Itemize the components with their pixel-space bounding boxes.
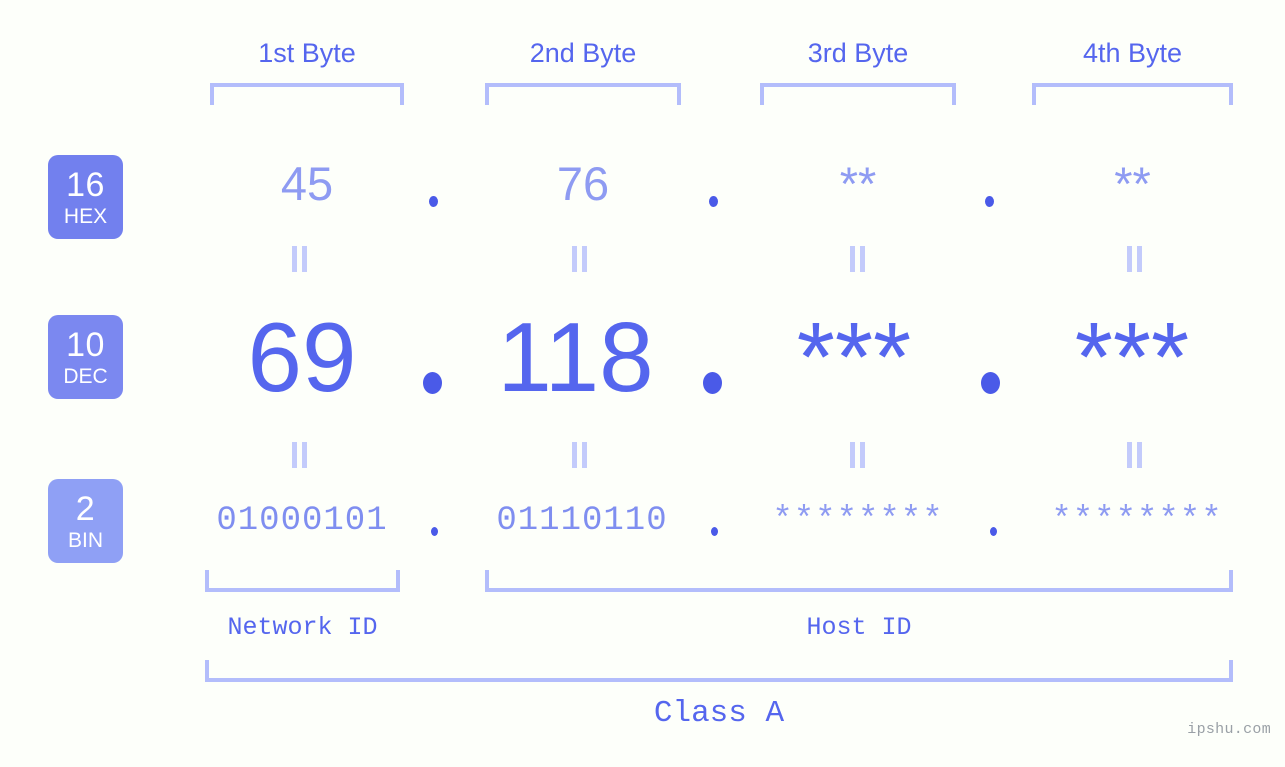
watermark: ipshu.com (1187, 721, 1271, 738)
dec-dot-1 (423, 372, 442, 394)
byte-bracket-1 (210, 83, 404, 105)
base-badge-hex: 16 HEX (48, 155, 123, 239)
bin-byte-1: 01000101 (216, 502, 388, 540)
base-badge-bin-number: 2 (75, 489, 96, 528)
byte-header-2: 2nd Byte (529, 38, 637, 68)
hex-dot-1 (429, 196, 438, 207)
network-id-bracket (205, 570, 400, 592)
bin-dot-1 (431, 527, 438, 536)
byte-header-3: 3rd Byte (807, 38, 909, 68)
hex-byte-4: ** (1114, 157, 1151, 210)
network-id-label: Network ID (227, 613, 378, 642)
base-badge-dec: 10 DEC (48, 315, 123, 399)
base-badge-dec-name: DEC (63, 364, 108, 388)
base-badge-hex-number: 16 (66, 165, 105, 204)
equals-marker-hex-dec-2 (572, 246, 588, 272)
dec-byte-4: *** (1074, 302, 1190, 412)
bin-byte-3: ******** (772, 502, 944, 540)
bin-dot-2 (711, 527, 718, 536)
dec-byte-1: 69 (247, 302, 357, 412)
base-badge-bin-name: BIN (67, 528, 103, 552)
dec-dot-3 (981, 372, 1000, 394)
base-badge-bin: 2 BIN (48, 479, 123, 563)
ip-breakdown-diagram: 1st Byte 2nd Byte 3rd Byte 4th Byte 16 H… (0, 0, 1285, 767)
bin-byte-2: 01110110 (496, 502, 668, 540)
class-label: Class A (653, 696, 785, 731)
hex-dot-2 (709, 196, 718, 207)
byte-header-1: 1st Byte (258, 38, 356, 68)
dec-dot-2 (703, 372, 722, 394)
hex-byte-2: 76 (556, 157, 610, 210)
hex-byte-3: ** (839, 157, 877, 210)
byte-bracket-4 (1032, 83, 1233, 105)
byte-header-4: 4th Byte (1082, 38, 1183, 68)
base-badge-dec-number: 10 (66, 325, 105, 364)
byte-bracket-2 (485, 83, 681, 105)
equals-marker-dec-bin-4 (1127, 442, 1143, 468)
equals-marker-dec-bin-3 (850, 442, 866, 468)
dec-byte-3: *** (796, 302, 912, 412)
hex-byte-1: 45 (280, 157, 334, 210)
host-id-bracket (485, 570, 1233, 592)
bin-byte-4: ******** (1051, 502, 1223, 540)
bin-dot-3 (990, 527, 997, 536)
equals-marker-hex-dec-1 (292, 246, 308, 272)
equals-marker-hex-dec-4 (1127, 246, 1143, 272)
dec-byte-2: 118 (497, 302, 654, 412)
equals-marker-dec-bin-2 (572, 442, 588, 468)
host-id-label: Host ID (806, 613, 912, 642)
class-bracket (205, 660, 1233, 682)
hex-dot-3 (985, 196, 994, 207)
equals-marker-hex-dec-3 (850, 246, 866, 272)
byte-bracket-3 (760, 83, 956, 105)
base-badge-hex-name: HEX (63, 204, 108, 228)
equals-marker-dec-bin-1 (292, 442, 308, 468)
